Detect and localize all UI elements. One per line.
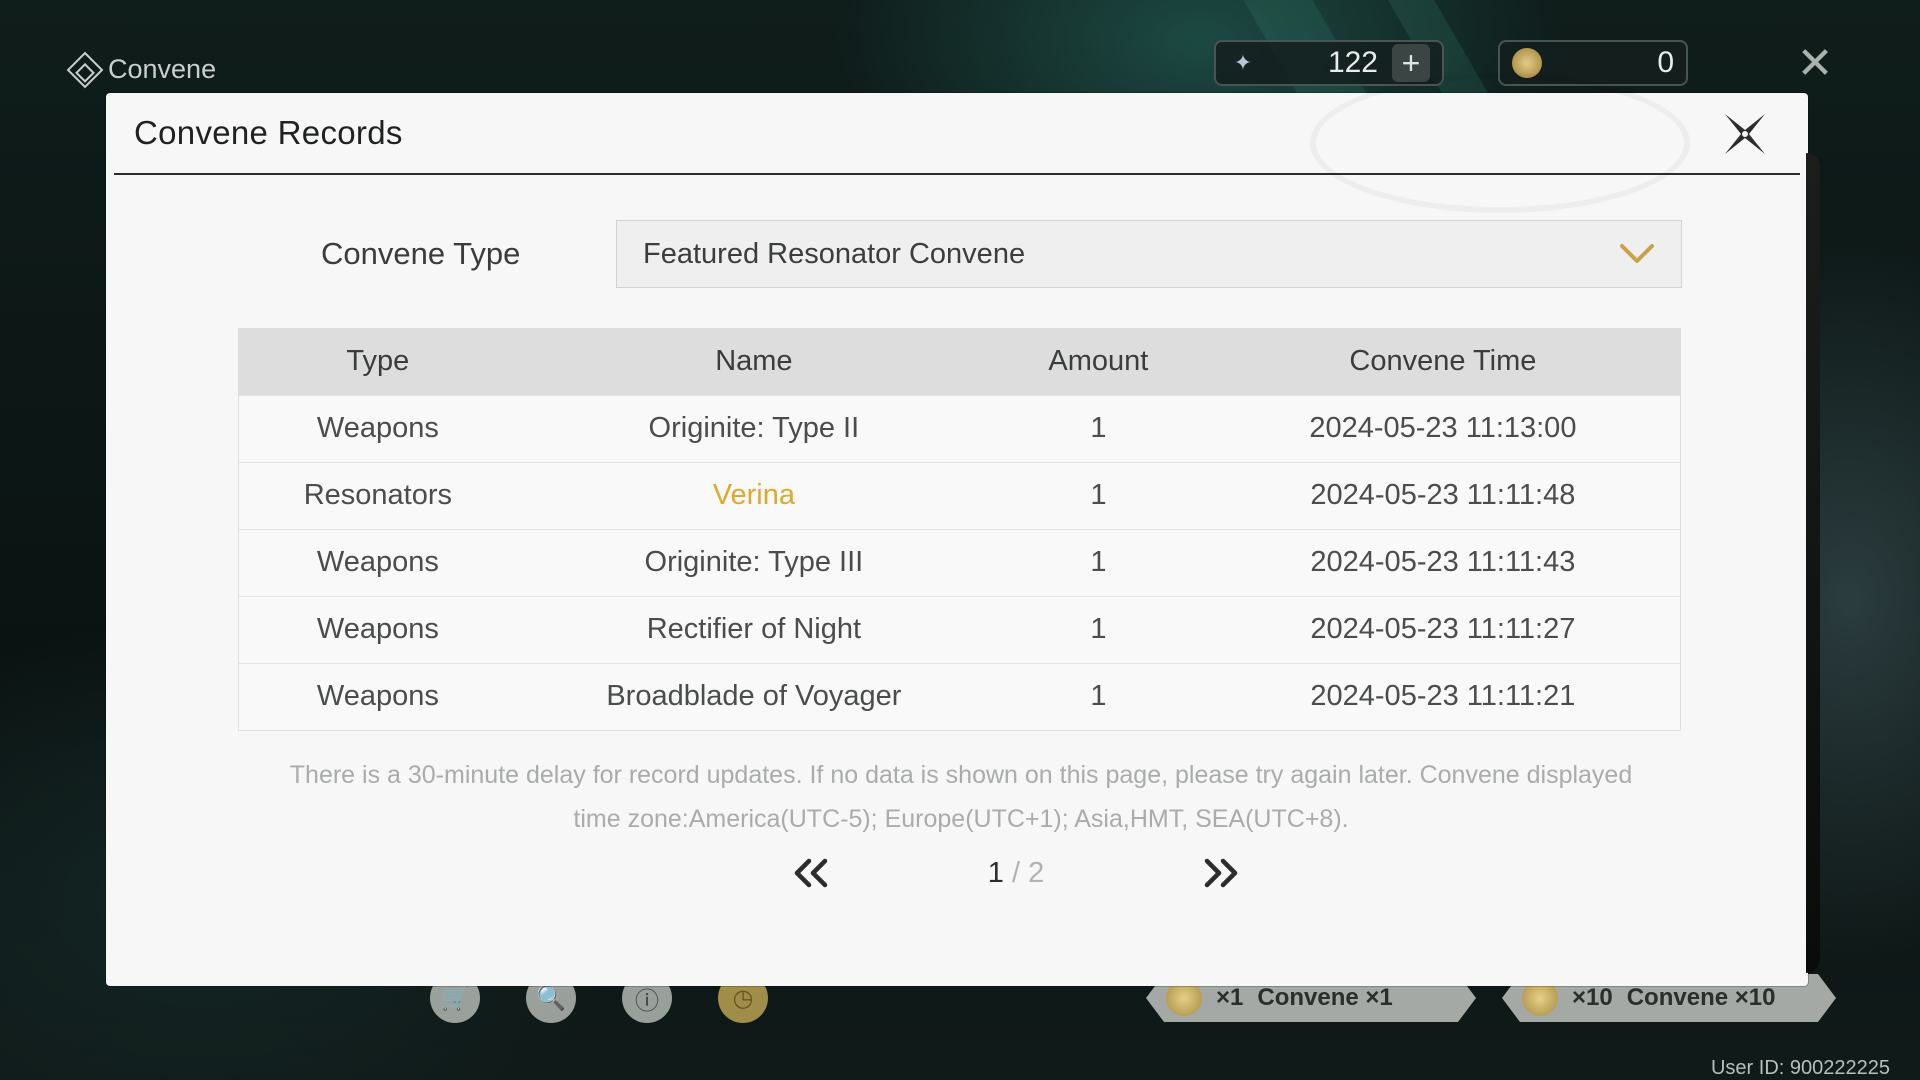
cell-time: 2024-05-23 11:11:21 (1205, 662, 1680, 730)
pull-one-count: ×1 (1216, 984, 1244, 1011)
update-delay-notice: There is a 30-minute delay for record up… (226, 753, 1696, 841)
next-page-button[interactable] (1196, 848, 1246, 898)
column-header-amount: Amount (991, 329, 1206, 395)
section-title: Convene (66, 51, 217, 88)
cell-amount: 1 (991, 662, 1206, 730)
cell-type: Weapons (239, 394, 517, 462)
dialog-edge (1806, 153, 1820, 973)
cell-amount: 1 (991, 461, 1206, 529)
astrite-icon: ✦ (1233, 50, 1253, 75)
astrite-amount: 122 (1327, 46, 1378, 79)
astrite-counter[interactable]: ✦ 122 + (1214, 40, 1444, 86)
cell-name: Originite: Type II (516, 394, 992, 462)
convene-type-row: Convene Type Featured Resonator Convene (321, 220, 1682, 288)
cell-time: 2024-05-23 11:13:00 (1205, 394, 1680, 462)
column-header-time: Convene Time (1205, 329, 1680, 395)
cell-name: Verina (516, 461, 992, 529)
cell-amount: 1 (991, 595, 1206, 663)
convene-icon (66, 51, 104, 88)
cell-time: 2024-05-23 11:11:27 (1205, 595, 1680, 663)
table-row: Weapons Rectifier of Night 1 2024-05-23 … (239, 595, 1680, 663)
column-header-type: Type (239, 329, 517, 395)
pull-ten-label: Convene ×10 (1626, 984, 1776, 1011)
cell-time: 2024-05-23 11:11:43 (1205, 528, 1680, 596)
cell-time: 2024-05-23 11:11:48 (1205, 461, 1680, 529)
prev-page-button[interactable] (786, 848, 836, 898)
dialog-title: Convene Records (134, 114, 403, 151)
cell-name: Rectifier of Night (516, 595, 992, 663)
close-button[interactable] (1718, 107, 1772, 161)
table-row: Weapons Broadblade of Voyager 1 2024-05-… (239, 662, 1680, 730)
user-id: User ID: 900222225 (1710, 1057, 1890, 1079)
cell-name: Originite: Type III (516, 528, 992, 596)
double-chevron-right-icon (1204, 858, 1238, 888)
cell-type: Weapons (239, 595, 517, 663)
convene-type-value: Featured Resonator Convene (643, 237, 1026, 270)
table-row: Resonators Verina 1 2024-05-23 11:11:48 (239, 461, 1680, 529)
pull-ten-count: ×10 (1572, 984, 1613, 1011)
current-page: 1 (987, 856, 1004, 889)
pull-one-label: Convene ×1 (1257, 984, 1393, 1011)
notice-line: time zone:America(UTC-5); Europe(UTC+1);… (573, 805, 1349, 833)
records-table: Type Name Amount Convene Time Weapons Or… (238, 328, 1681, 731)
convene-type-label: Convene Type (321, 236, 521, 271)
double-chevron-left-icon (794, 858, 828, 888)
dialog-header: Convene Records (114, 73, 1800, 213)
cell-amount: 1 (991, 528, 1206, 596)
total-pages: 2 (1028, 856, 1045, 889)
section-title-label: Convene (108, 54, 217, 84)
exit-icon[interactable]: ✕ (1792, 39, 1838, 88)
cell-amount: 1 (991, 394, 1206, 462)
column-header-name: Name (516, 329, 992, 395)
notice-line: There is a 30-minute delay for record up… (289, 761, 1633, 789)
table-header-row: Type Name Amount Convene Time (239, 329, 1680, 395)
cell-type: Resonators (239, 461, 517, 529)
header-decoration (1310, 73, 1690, 213)
chevron-down-icon (1620, 244, 1654, 263)
convene-records-dialog: Convene Records Convene Type Featured Re… (106, 73, 1820, 986)
tide-amount: 0 (1657, 46, 1674, 79)
table-row: Weapons Originite: Type II 1 2024-05-23 … (239, 394, 1680, 462)
cell-type: Weapons (239, 528, 517, 596)
close-icon (1725, 114, 1765, 154)
table-row: Weapons Originite: Type III 1 2024-05-23… (239, 528, 1680, 596)
pagination: 1 / 2 (786, 848, 1246, 898)
page-separator: / (1003, 856, 1029, 889)
cell-name: Broadblade of Voyager (516, 662, 992, 730)
add-astrite-button[interactable]: + (1392, 44, 1430, 82)
page-indicator: 1 / 2 (988, 857, 1044, 890)
convene-type-dropdown[interactable]: Featured Resonator Convene (616, 220, 1682, 288)
cell-type: Weapons (239, 662, 517, 730)
